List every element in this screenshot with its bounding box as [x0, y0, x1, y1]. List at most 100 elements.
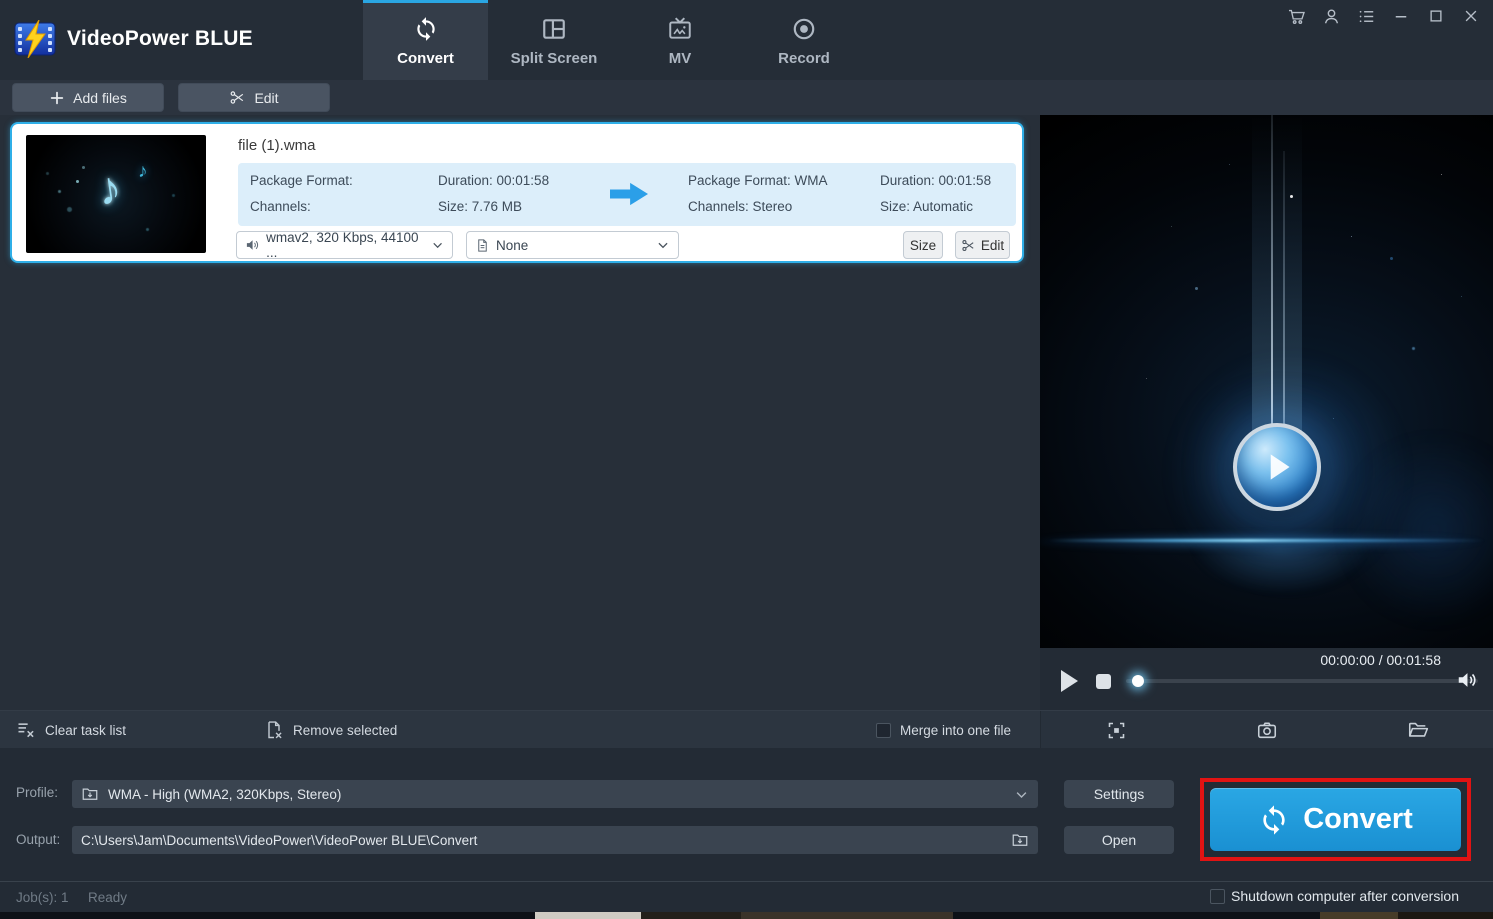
target-channels: Channels: Stereo — [688, 199, 792, 214]
seek-slider-knob[interactable] — [1132, 675, 1144, 687]
profile-select[interactable]: WMA - High (WMA2, 320Kbps, Stereo) — [72, 780, 1038, 808]
tab-label: MV — [669, 50, 692, 67]
size-button[interactable]: Size — [903, 231, 943, 259]
plus-icon — [49, 90, 65, 106]
shutdown-checkbox[interactable] — [1210, 889, 1225, 904]
maximize-button[interactable] — [1422, 5, 1450, 27]
cart-button[interactable] — [1282, 5, 1310, 27]
tab-record[interactable]: Record — [740, 0, 868, 80]
record-icon — [791, 16, 817, 42]
play-icon — [1255, 445, 1299, 489]
sync-icon — [413, 16, 439, 42]
videopower-logo-icon — [14, 20, 56, 58]
shutdown-option[interactable]: Shutdown computer after conversion — [1210, 888, 1459, 904]
add-files-button[interactable]: Add files — [12, 83, 164, 112]
account-button[interactable] — [1317, 5, 1345, 27]
preview-play-button[interactable] — [1233, 423, 1321, 511]
taskbar-segment — [741, 912, 953, 919]
merge-checkbox[interactable] — [876, 723, 891, 738]
convert-button[interactable]: Convert — [1210, 788, 1461, 851]
speaker-icon — [245, 237, 260, 253]
item-edit-button[interactable]: Edit — [955, 231, 1010, 259]
taskbar-segment — [641, 912, 741, 919]
chevron-down-icon — [431, 238, 444, 252]
file-name: file (1).wma — [238, 137, 316, 154]
remove-document-icon — [264, 720, 284, 740]
edit-label: Edit — [254, 90, 278, 106]
output-path-field[interactable]: C:\Users\Jam\Documents\VideoPower\VideoP… — [72, 826, 1038, 854]
chevron-down-icon — [1014, 787, 1029, 802]
reflection — [1190, 547, 1370, 595]
audio-track-select[interactable]: wmav2, 320 Kbps, 44100 ... — [236, 231, 453, 259]
thumbnail-sparkles — [76, 180, 79, 183]
target-package-format: Package Format: WMA — [688, 173, 828, 188]
tab-convert[interactable]: Convert — [363, 0, 488, 80]
profile-folder-icon — [81, 785, 99, 803]
stop-button[interactable] — [1096, 674, 1111, 689]
taskbar-segment — [1320, 912, 1398, 919]
jobs-count: Job(s): 1 — [16, 890, 69, 905]
size-button-label: Size — [910, 238, 936, 253]
preview-actions — [1040, 711, 1493, 749]
subtitle-select[interactable]: None — [466, 231, 679, 259]
add-files-label: Add files — [73, 90, 127, 106]
mv-tv-icon — [667, 16, 693, 42]
playback-time: 00:00:00 / 00:01:58 — [1320, 652, 1441, 668]
play-button[interactable] — [1060, 670, 1078, 692]
horizon-line — [1048, 539, 1485, 542]
status-text: Ready — [88, 890, 127, 905]
status-bar: Job(s): 1 Ready Shutdown computer after … — [0, 881, 1493, 912]
open-label: Open — [1102, 832, 1136, 848]
tab-split-screen[interactable]: Split Screen — [488, 0, 620, 80]
list-menu-icon — [1357, 7, 1376, 26]
settings-button[interactable]: Settings — [1064, 780, 1174, 808]
clear-task-list-label: Clear task list — [45, 723, 126, 738]
menu-button[interactable] — [1352, 5, 1380, 27]
output-panel: Profile: WMA - High (WMA2, 320Kbps, Ster… — [0, 748, 1493, 881]
task-item[interactable]: ♪ ♪ file (1).wma Package Format: Channel… — [10, 122, 1024, 263]
sync-icon — [1258, 804, 1290, 836]
profile-value: WMA - High (WMA2, 320Kbps, Stereo) — [108, 787, 341, 802]
seek-slider[interactable] — [1126, 679, 1478, 683]
music-note-icon: ♪ — [94, 160, 124, 217]
file-thumbnail: ♪ ♪ — [26, 135, 206, 253]
task-actions-bar: Clear task list Remove selected Merge in… — [0, 710, 1493, 748]
minimize-icon — [1392, 7, 1410, 25]
target-size: Size: Automatic — [880, 199, 973, 214]
profile-label: Profile: — [16, 785, 58, 800]
minimize-button[interactable] — [1387, 5, 1415, 27]
app-logo: VideoPower BLUE — [14, 20, 253, 58]
volume-button[interactable] — [1455, 669, 1479, 691]
scissors-icon — [961, 238, 976, 253]
clear-task-list-button[interactable]: Clear task list — [16, 711, 126, 749]
open-button[interactable]: Open — [1064, 826, 1174, 854]
light-beam-line — [1283, 151, 1285, 451]
taskbar-segment — [535, 912, 641, 919]
chevron-down-icon — [656, 238, 670, 252]
output-label: Output: — [16, 832, 60, 847]
close-icon — [1462, 7, 1480, 25]
settings-label: Settings — [1094, 786, 1145, 802]
cart-icon — [1287, 7, 1306, 26]
snapshot-button[interactable] — [1254, 717, 1280, 743]
user-icon — [1322, 7, 1341, 26]
close-button[interactable] — [1457, 5, 1485, 27]
tab-mv[interactable]: MV — [620, 0, 740, 80]
preview-sparkles — [1290, 195, 1293, 198]
shutdown-label: Shutdown computer after conversion — [1231, 888, 1459, 904]
fullscreen-button[interactable] — [1103, 717, 1129, 743]
tab-label: Split Screen — [511, 50, 598, 67]
target-duration: Duration: 00:01:58 — [880, 173, 991, 188]
desktop-taskbar-peek — [0, 912, 1493, 919]
remove-selected-button[interactable]: Remove selected — [264, 711, 397, 749]
merge-into-one-file-option[interactable]: Merge into one file — [876, 711, 1011, 749]
maximize-icon — [1427, 7, 1445, 25]
audio-track-value: wmav2, 320 Kbps, 44100 ... — [266, 230, 425, 260]
edit-button[interactable]: Edit — [178, 83, 330, 112]
camera-icon — [1256, 719, 1278, 741]
tab-label: Convert — [397, 50, 454, 67]
convert-arrow-icon — [610, 180, 648, 208]
title-bar: VideoPower BLUE Convert Split Screen — [0, 0, 1493, 80]
open-output-folder-button[interactable] — [1405, 717, 1431, 743]
browse-folder-icon[interactable] — [1011, 831, 1029, 849]
